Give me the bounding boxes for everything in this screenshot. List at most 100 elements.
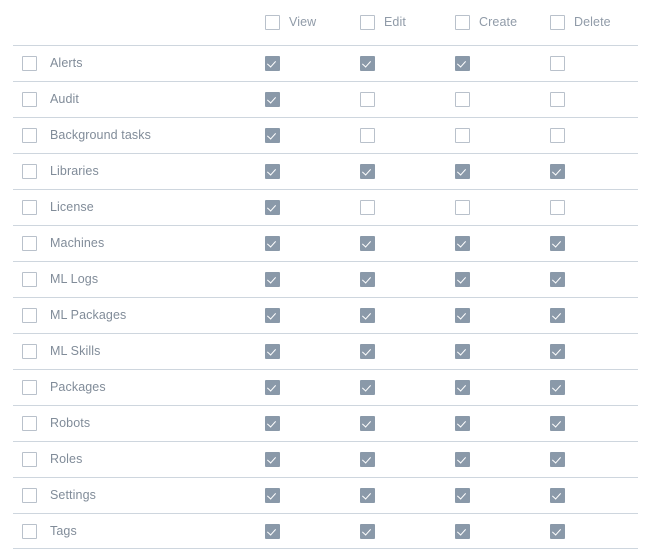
select-all-create-checkbox[interactable]: [455, 15, 470, 30]
permission-edit-checkbox[interactable]: [360, 307, 375, 323]
permission-edit-checkbox[interactable]: [360, 343, 375, 359]
table-row[interactable]: ML Skills: [0, 333, 649, 369]
permission-delete-checkbox[interactable]: [550, 307, 565, 323]
permission-view-checkbox[interactable]: [265, 55, 280, 71]
select-all-view-checkbox[interactable]: [265, 15, 280, 30]
row-select-checkbox[interactable]: [22, 235, 37, 251]
permission-create-checkbox[interactable]: [455, 127, 470, 143]
table-row[interactable]: Background tasks: [0, 117, 649, 153]
permission-view-checkbox[interactable]: [265, 91, 280, 107]
table-row[interactable]: Libraries: [0, 153, 649, 189]
permission-view-checkbox[interactable]: [265, 199, 280, 215]
permission-edit-checkbox[interactable]: [360, 487, 375, 503]
permission-create-checkbox[interactable]: [455, 451, 470, 467]
permission-cell-view: [265, 199, 360, 215]
permission-cell-create: [455, 127, 550, 143]
permission-edit-checkbox[interactable]: [360, 199, 375, 215]
permission-create-checkbox[interactable]: [455, 487, 470, 503]
permission-edit-checkbox[interactable]: [360, 415, 375, 431]
table-row[interactable]: ML Packages: [0, 297, 649, 333]
permission-edit-checkbox[interactable]: [360, 163, 375, 179]
row-select-checkbox[interactable]: [22, 91, 37, 107]
header-column-create: Create: [455, 15, 550, 30]
row-select-checkbox[interactable]: [22, 523, 37, 539]
permission-edit-checkbox[interactable]: [360, 127, 375, 143]
row-select-checkbox[interactable]: [22, 307, 37, 323]
table-row[interactable]: Robots: [0, 405, 649, 441]
permission-view-checkbox[interactable]: [265, 415, 280, 431]
permission-delete-checkbox[interactable]: [550, 487, 565, 503]
permission-view-checkbox[interactable]: [265, 523, 280, 539]
row-select-checkbox[interactable]: [22, 271, 37, 287]
table-row[interactable]: Packages: [0, 369, 649, 405]
table-row[interactable]: Roles: [0, 441, 649, 477]
permission-cell-edit: [360, 487, 455, 503]
row-select-checkbox[interactable]: [22, 199, 37, 215]
permission-create-checkbox[interactable]: [455, 523, 470, 539]
permission-delete-checkbox[interactable]: [550, 199, 565, 215]
permission-delete-checkbox[interactable]: [550, 55, 565, 71]
permission-view-checkbox[interactable]: [265, 451, 280, 467]
table-row[interactable]: Audit: [0, 81, 649, 117]
permission-create-checkbox[interactable]: [455, 379, 470, 395]
permission-create-checkbox[interactable]: [455, 271, 470, 287]
row-select-checkbox[interactable]: [22, 379, 37, 395]
permission-view-checkbox[interactable]: [265, 487, 280, 503]
table-row[interactable]: Settings: [0, 477, 649, 513]
permission-edit-checkbox[interactable]: [360, 451, 375, 467]
table-row[interactable]: Tags: [0, 513, 649, 549]
permission-delete-checkbox[interactable]: [550, 271, 565, 287]
permission-delete-checkbox[interactable]: [550, 91, 565, 107]
row-select-checkbox[interactable]: [22, 55, 37, 71]
permission-create-checkbox[interactable]: [455, 343, 470, 359]
permission-create-checkbox[interactable]: [455, 55, 470, 71]
permission-create-checkbox[interactable]: [455, 91, 470, 107]
permission-create-checkbox[interactable]: [455, 235, 470, 251]
permission-delete-checkbox[interactable]: [550, 451, 565, 467]
row-label-cell: Robots: [0, 415, 265, 431]
permission-create-checkbox[interactable]: [455, 415, 470, 431]
row-select-checkbox[interactable]: [22, 127, 37, 143]
table-row[interactable]: License: [0, 189, 649, 225]
permission-view-checkbox[interactable]: [265, 271, 280, 287]
permission-create-checkbox[interactable]: [455, 199, 470, 215]
select-all-delete-checkbox[interactable]: [550, 15, 565, 30]
permission-view-checkbox[interactable]: [265, 163, 280, 179]
row-label: ML Packages: [50, 307, 127, 322]
permission-create-checkbox[interactable]: [455, 163, 470, 179]
permission-edit-checkbox[interactable]: [360, 523, 375, 539]
permission-view-checkbox[interactable]: [265, 379, 280, 395]
row-select-checkbox[interactable]: [22, 163, 37, 179]
permission-view-checkbox[interactable]: [265, 307, 280, 323]
permission-delete-checkbox[interactable]: [550, 127, 565, 143]
permission-create-checkbox[interactable]: [455, 307, 470, 323]
row-label-cell: Roles: [0, 451, 265, 467]
permission-edit-checkbox[interactable]: [360, 55, 375, 71]
permission-edit-checkbox[interactable]: [360, 235, 375, 251]
permission-cell-view: [265, 127, 360, 143]
permission-delete-checkbox[interactable]: [550, 235, 565, 251]
permission-edit-checkbox[interactable]: [360, 271, 375, 287]
permission-cell-delete: [550, 379, 645, 395]
permission-cell-create: [455, 235, 550, 251]
permission-delete-checkbox[interactable]: [550, 415, 565, 431]
row-select-checkbox[interactable]: [22, 451, 37, 467]
permission-delete-checkbox[interactable]: [550, 343, 565, 359]
permission-cell-view: [265, 271, 360, 287]
row-label: License: [50, 199, 94, 214]
table-row[interactable]: Machines: [0, 225, 649, 261]
permission-view-checkbox[interactable]: [265, 235, 280, 251]
table-row[interactable]: ML Logs: [0, 261, 649, 297]
permission-delete-checkbox[interactable]: [550, 163, 565, 179]
permission-edit-checkbox[interactable]: [360, 91, 375, 107]
permission-delete-checkbox[interactable]: [550, 523, 565, 539]
row-select-checkbox[interactable]: [22, 343, 37, 359]
row-select-checkbox[interactable]: [22, 415, 37, 431]
permission-delete-checkbox[interactable]: [550, 379, 565, 395]
permission-edit-checkbox[interactable]: [360, 379, 375, 395]
row-select-checkbox[interactable]: [22, 487, 37, 503]
table-row[interactable]: Alerts: [0, 45, 649, 81]
permission-view-checkbox[interactable]: [265, 127, 280, 143]
permission-view-checkbox[interactable]: [265, 343, 280, 359]
select-all-edit-checkbox[interactable]: [360, 15, 375, 30]
